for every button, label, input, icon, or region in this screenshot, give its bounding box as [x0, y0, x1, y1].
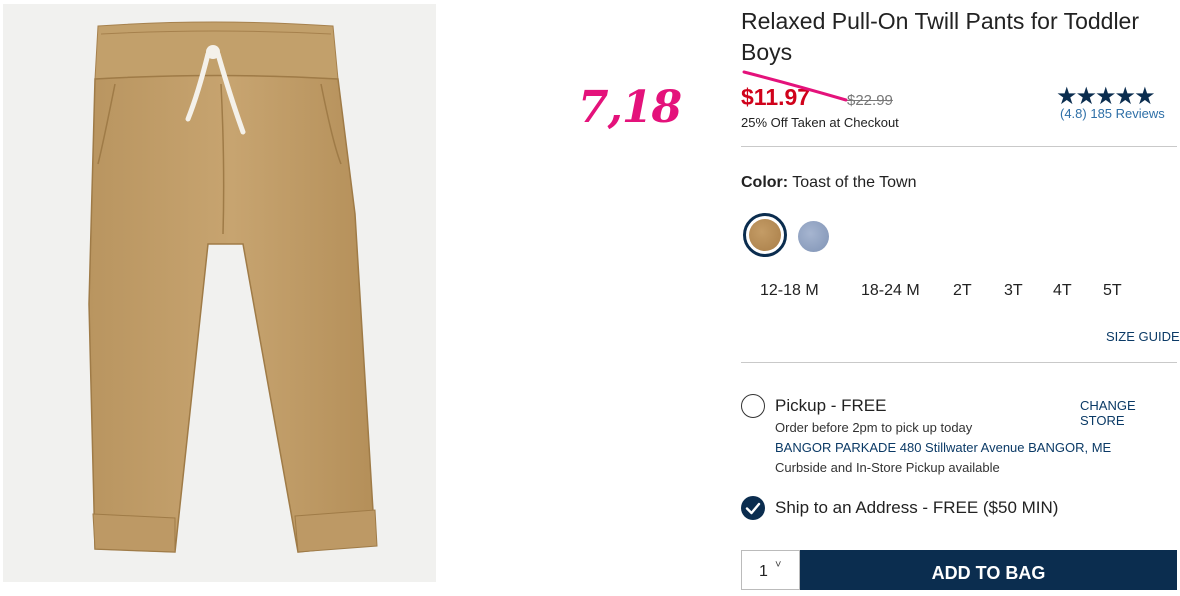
- pickup-label[interactable]: Pickup - FREE: [775, 396, 886, 416]
- color-value: Toast of the Town: [792, 174, 917, 191]
- quantity-select[interactable]: [741, 550, 800, 590]
- curbside-note: Curbside and In-Store Pickup available: [775, 460, 1000, 475]
- handwritten-price-annotation: 7,18: [578, 82, 682, 133]
- pickup-radio[interactable]: [741, 394, 765, 418]
- original-price: $22.99: [847, 92, 893, 109]
- product-image[interactable]: [3, 4, 436, 582]
- pickup-note: Order before 2pm to pick up today: [775, 420, 973, 435]
- size-option[interactable]: 3T: [1004, 282, 1023, 300]
- color-label: Color:: [741, 174, 789, 191]
- color-row: Color: Toast of the Town: [741, 174, 917, 192]
- handwritten-strikethrough: [742, 70, 848, 102]
- ship-radio-checked-icon[interactable]: [741, 496, 765, 520]
- reviews-link[interactable]: (4.8) 185 Reviews: [1060, 106, 1165, 121]
- change-store-link[interactable]: CHANGE STORE: [1080, 398, 1180, 428]
- size-option[interactable]: 5T: [1103, 282, 1122, 300]
- ship-label[interactable]: Ship to an Address - FREE ($50 MIN): [775, 498, 1058, 518]
- product-title: Relaxed Pull-On Twill Pants for Toddler …: [741, 8, 1140, 65]
- size-option[interactable]: 12-18 M: [760, 282, 819, 300]
- promo-text: 25% Off Taken at Checkout: [741, 115, 899, 130]
- quantity-value: 1: [759, 563, 768, 580]
- color-swatch-blue[interactable]: [798, 221, 829, 252]
- size-option[interactable]: 4T: [1053, 282, 1072, 300]
- divider: [741, 362, 1177, 363]
- size-option[interactable]: 2T: [953, 282, 972, 300]
- store-address-link[interactable]: BANGOR PARKADE 480 Stillwater Avenue BAN…: [775, 440, 1111, 455]
- size-option[interactable]: 18-24 M: [861, 282, 920, 300]
- color-swatch-toast[interactable]: [749, 219, 781, 251]
- size-guide-link[interactable]: SIZE GUIDE: [1106, 329, 1180, 344]
- add-to-bag-button[interactable]: ADD TO BAG: [800, 550, 1177, 590]
- chevron-down-icon: ˅: [775, 559, 782, 571]
- divider: [741, 146, 1177, 147]
- pants-illustration: [88, 21, 378, 553]
